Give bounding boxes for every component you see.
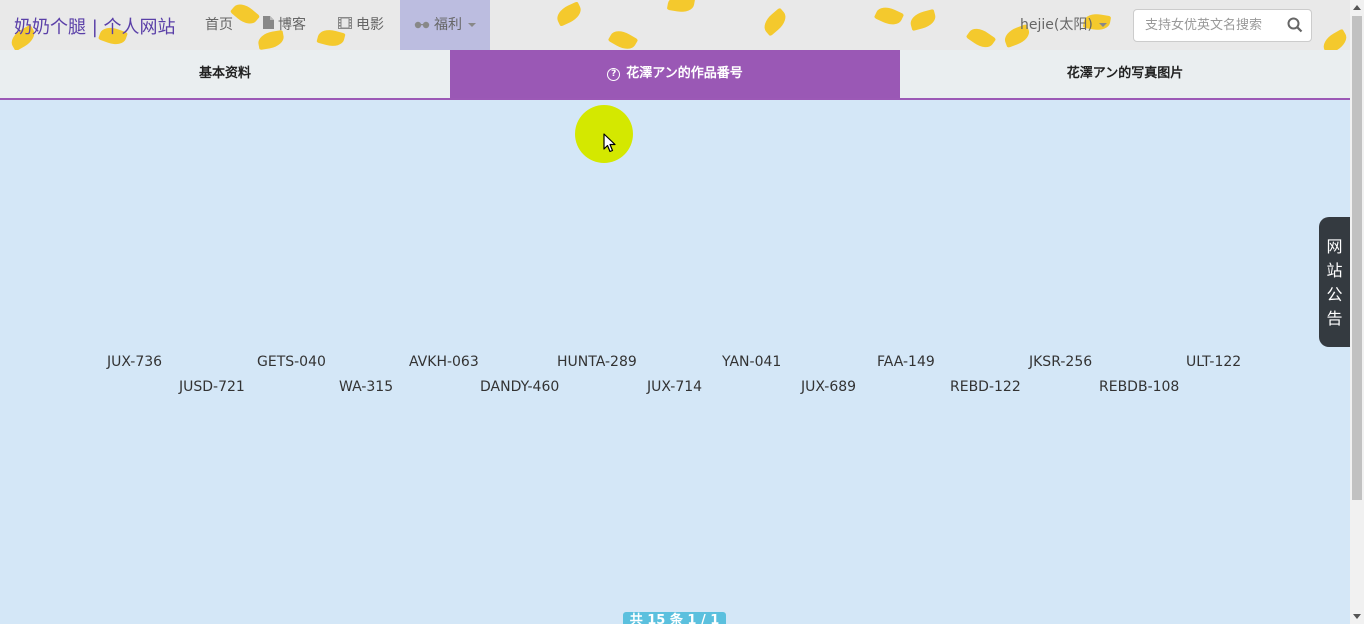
leaf-decoration [873, 3, 905, 29]
top-navbar: 奶奶个腿 | 个人网站 首页 博客 电影 福利 hejie(太阳) [0, 0, 1350, 50]
leaf-decoration [965, 23, 997, 50]
nav-movies-label: 电影 [356, 17, 384, 33]
work-code-link[interactable]: HUNTA-289 [557, 354, 637, 370]
leaf-decoration [229, 0, 261, 29]
work-code-link[interactable]: DANDY-460 [480, 379, 559, 395]
nav-movies[interactable]: 电影 [338, 0, 384, 50]
nav-blog-label: 博客 [278, 17, 306, 33]
search-input[interactable] [1134, 10, 1284, 41]
nav-home[interactable]: 首页 [205, 0, 233, 50]
user-name: hejie(太阳) [1020, 17, 1093, 33]
chevron-down-icon [1098, 23, 1107, 27]
site-notice-tab[interactable]: 网 站 公 告 [1319, 217, 1350, 347]
tab-basic-info[interactable]: 基本资料 [0, 50, 450, 98]
tab-label: 花澤アン的写真图片 [1066, 66, 1184, 81]
question-circle-icon: ? [607, 68, 621, 81]
scroll-up-arrow-icon[interactable] [1353, 5, 1361, 10]
scroll-down-arrow-icon[interactable] [1353, 614, 1361, 619]
glasses-icon [414, 1, 430, 50]
user-menu-dropdown[interactable]: hejie(太阳) [1020, 0, 1107, 50]
work-code-link[interactable]: REBD-122 [950, 379, 1021, 395]
notice-char: 告 [1326, 309, 1343, 328]
work-code-link[interactable]: JKSR-256 [1029, 354, 1092, 370]
tab-works[interactable]: ? 花澤アン的作品番号 [450, 50, 900, 98]
file-icon [263, 1, 274, 50]
notice-char: 公 [1326, 285, 1343, 304]
work-code-link[interactable]: YAN-041 [722, 354, 781, 370]
work-code-link[interactable]: JUX-689 [801, 379, 856, 395]
pagination-info: 共 15 条 1 / 1 [623, 612, 726, 624]
nav-welfare-dropdown[interactable]: 福利 [400, 0, 490, 50]
work-code-link[interactable]: JUX-736 [107, 354, 162, 370]
work-code-link[interactable]: ULT-122 [1186, 354, 1241, 370]
leaf-decoration [553, 1, 585, 27]
search-box [1133, 9, 1312, 42]
notice-char: 网 [1326, 237, 1343, 256]
leaf-decoration [759, 7, 791, 37]
mouse-pointer-icon [603, 133, 617, 157]
work-code-link[interactable]: GETS-040 [257, 354, 326, 370]
tab-photos[interactable]: 花澤アン的写真图片 [900, 50, 1350, 98]
film-icon [338, 1, 352, 50]
chevron-down-icon [468, 23, 476, 27]
work-code-link[interactable]: FAA-149 [877, 354, 935, 370]
search-icon[interactable] [1287, 17, 1303, 33]
site-brand[interactable]: 奶奶个腿 | 个人网站 [14, 13, 176, 39]
work-code-link[interactable]: JUX-714 [647, 379, 702, 395]
tab-label: 花澤アン的作品番号 [626, 66, 743, 81]
nav-blog[interactable]: 博客 [263, 0, 306, 50]
nav-home-label: 首页 [205, 17, 233, 33]
work-code-link[interactable]: REBDB-108 [1099, 379, 1179, 395]
scroll-thumb[interactable] [1352, 16, 1362, 500]
leaf-decoration [908, 8, 938, 32]
notice-char: 站 [1326, 261, 1343, 280]
nav-welfare-label: 福利 [434, 17, 462, 33]
page-scrollbar[interactable] [1350, 0, 1364, 624]
work-code-link[interactable]: AVKH-063 [409, 354, 479, 370]
work-code-link[interactable]: WA-315 [339, 379, 393, 395]
leaf-decoration [607, 26, 639, 50]
tab-label: 基本资料 [198, 66, 251, 81]
profile-tabs: 基本资料 ? 花澤アン的作品番号 花澤アン的写真图片 [0, 50, 1350, 100]
work-code-link[interactable]: JUSD-721 [179, 379, 245, 395]
leaf-decoration [666, 0, 696, 15]
leaf-decoration [1319, 28, 1350, 50]
